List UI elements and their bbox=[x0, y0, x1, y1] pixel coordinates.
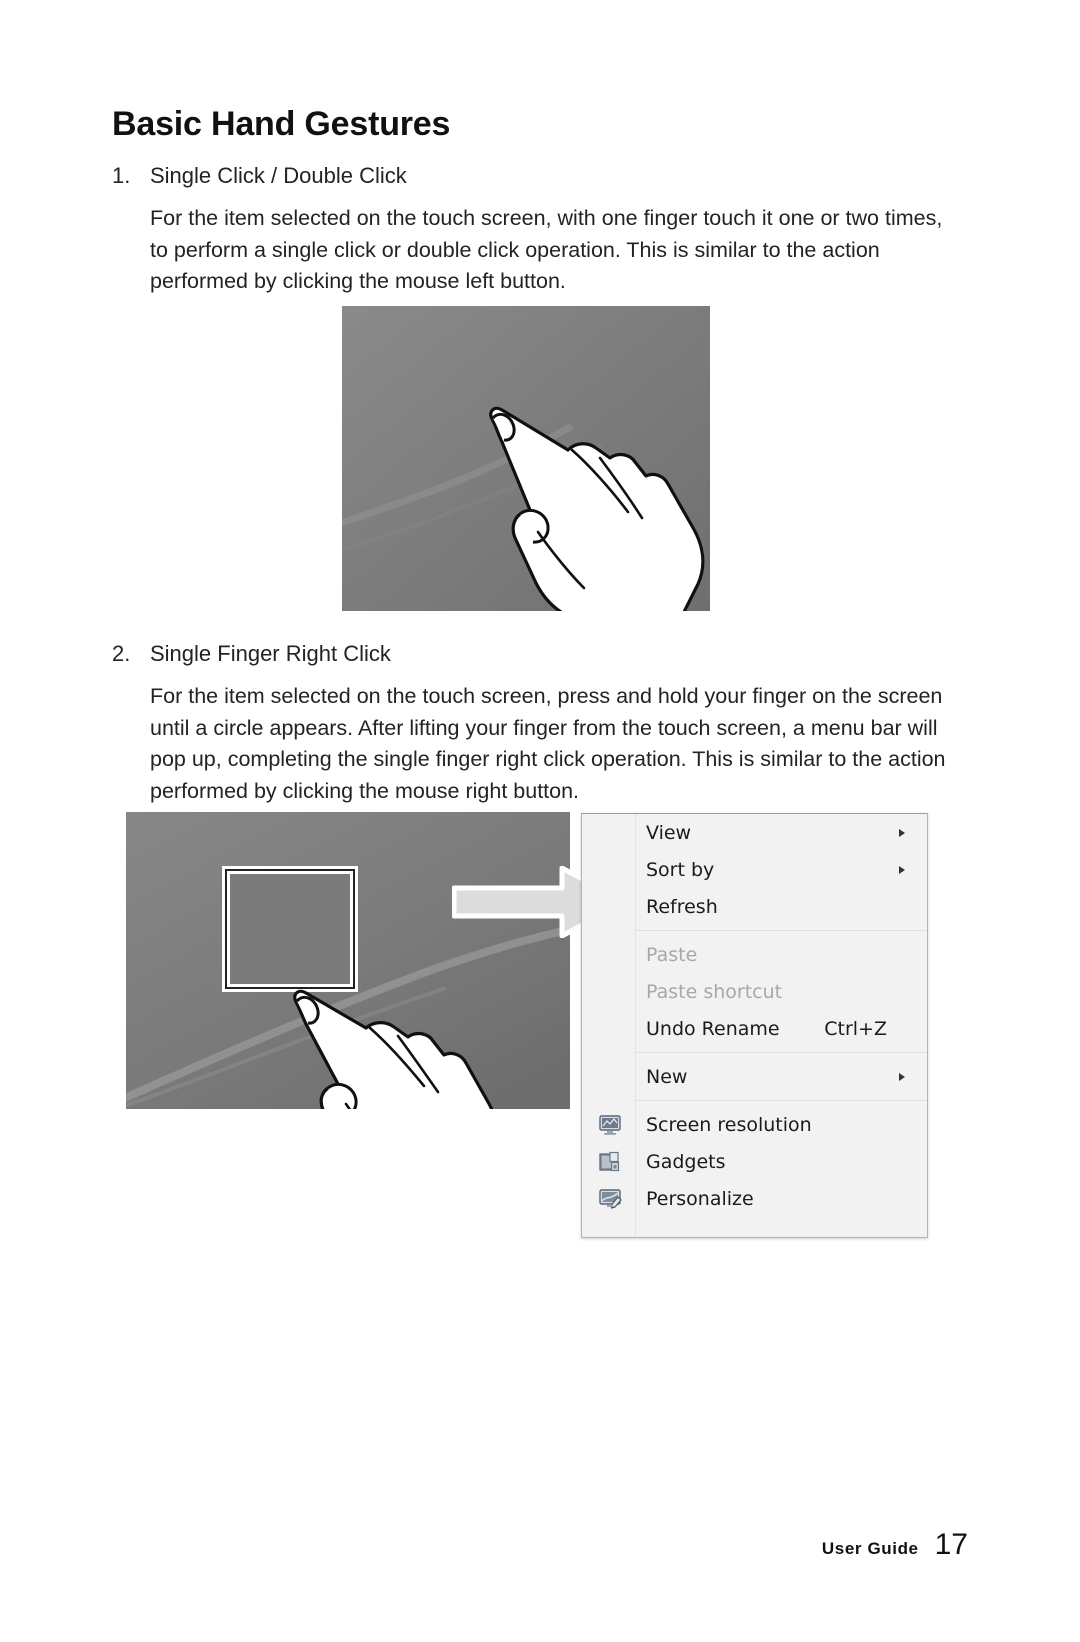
menu-item-sort-by[interactable]: Sort by bbox=[582, 851, 927, 888]
chevron-right-icon bbox=[899, 865, 905, 874]
menu-item-label: Undo Rename bbox=[646, 1017, 780, 1040]
gadgets-icon bbox=[598, 1150, 622, 1174]
menu-item-gadgets[interactable]: Gadgets bbox=[582, 1143, 927, 1180]
section-2-heading: Single Finger Right Click bbox=[150, 641, 391, 666]
section-2-body: For the item selected on the touch scree… bbox=[150, 684, 946, 803]
menu-item-label: View bbox=[646, 821, 692, 844]
section-1-number: 1. bbox=[112, 163, 131, 188]
desktop-icon-square bbox=[222, 866, 358, 992]
figure-single-click-illustration bbox=[342, 306, 710, 611]
section-2-number: 2. bbox=[112, 641, 131, 666]
menu-separator bbox=[636, 930, 927, 931]
menu-item-label: Sort by bbox=[646, 858, 715, 881]
chevron-right-icon bbox=[899, 1072, 905, 1081]
footer-page-number: 17 bbox=[934, 1528, 968, 1561]
page-footer: User Guide 17 bbox=[822, 1528, 968, 1562]
personalize-icon bbox=[598, 1187, 622, 1211]
menu-item-refresh[interactable]: Refresh bbox=[582, 888, 927, 925]
menu-item-label: Paste bbox=[646, 943, 698, 966]
menu-separator bbox=[636, 1100, 927, 1101]
figure-right-click-illustration bbox=[126, 812, 570, 1109]
menu-item-accelerator: Ctrl+Z bbox=[824, 1017, 887, 1040]
menu-item-personalize[interactable]: Personalize bbox=[582, 1180, 927, 1217]
menu-item-screen-resolution[interactable]: Screen resolution bbox=[582, 1106, 927, 1143]
menu-item-paste-shortcut: Paste shortcut bbox=[582, 973, 927, 1010]
section-1-body: For the item selected on the touch scree… bbox=[150, 206, 943, 293]
menu-item-undo-rename[interactable]: Undo Rename Ctrl+Z bbox=[582, 1010, 927, 1047]
section-1-heading: Single Click / Double Click bbox=[150, 163, 407, 188]
hand-pointing-icon bbox=[342, 306, 710, 611]
document-page: Basic Hand Gestures 1. Single Click / Do… bbox=[0, 0, 1080, 1642]
menu-item-label: New bbox=[646, 1065, 688, 1088]
hand-pressing-icon-illustration bbox=[126, 812, 570, 1109]
menu-separator bbox=[636, 1052, 927, 1053]
menu-item-label: Refresh bbox=[646, 895, 718, 918]
chevron-right-icon bbox=[899, 828, 905, 837]
page-title: Basic Hand Gestures bbox=[112, 105, 451, 143]
menu-item-paste: Paste bbox=[582, 936, 927, 973]
context-menu-list: View Sort by Refresh Paste Paste shortcu… bbox=[582, 814, 927, 1217]
menu-item-label: Paste shortcut bbox=[646, 980, 783, 1003]
menu-item-new[interactable]: New bbox=[582, 1058, 927, 1095]
footer-label: User Guide bbox=[821, 1539, 919, 1558]
menu-item-view[interactable]: View bbox=[582, 814, 927, 851]
monitor-icon bbox=[598, 1113, 622, 1137]
context-menu[interactable]: View Sort by Refresh Paste Paste shortcu… bbox=[581, 813, 928, 1238]
